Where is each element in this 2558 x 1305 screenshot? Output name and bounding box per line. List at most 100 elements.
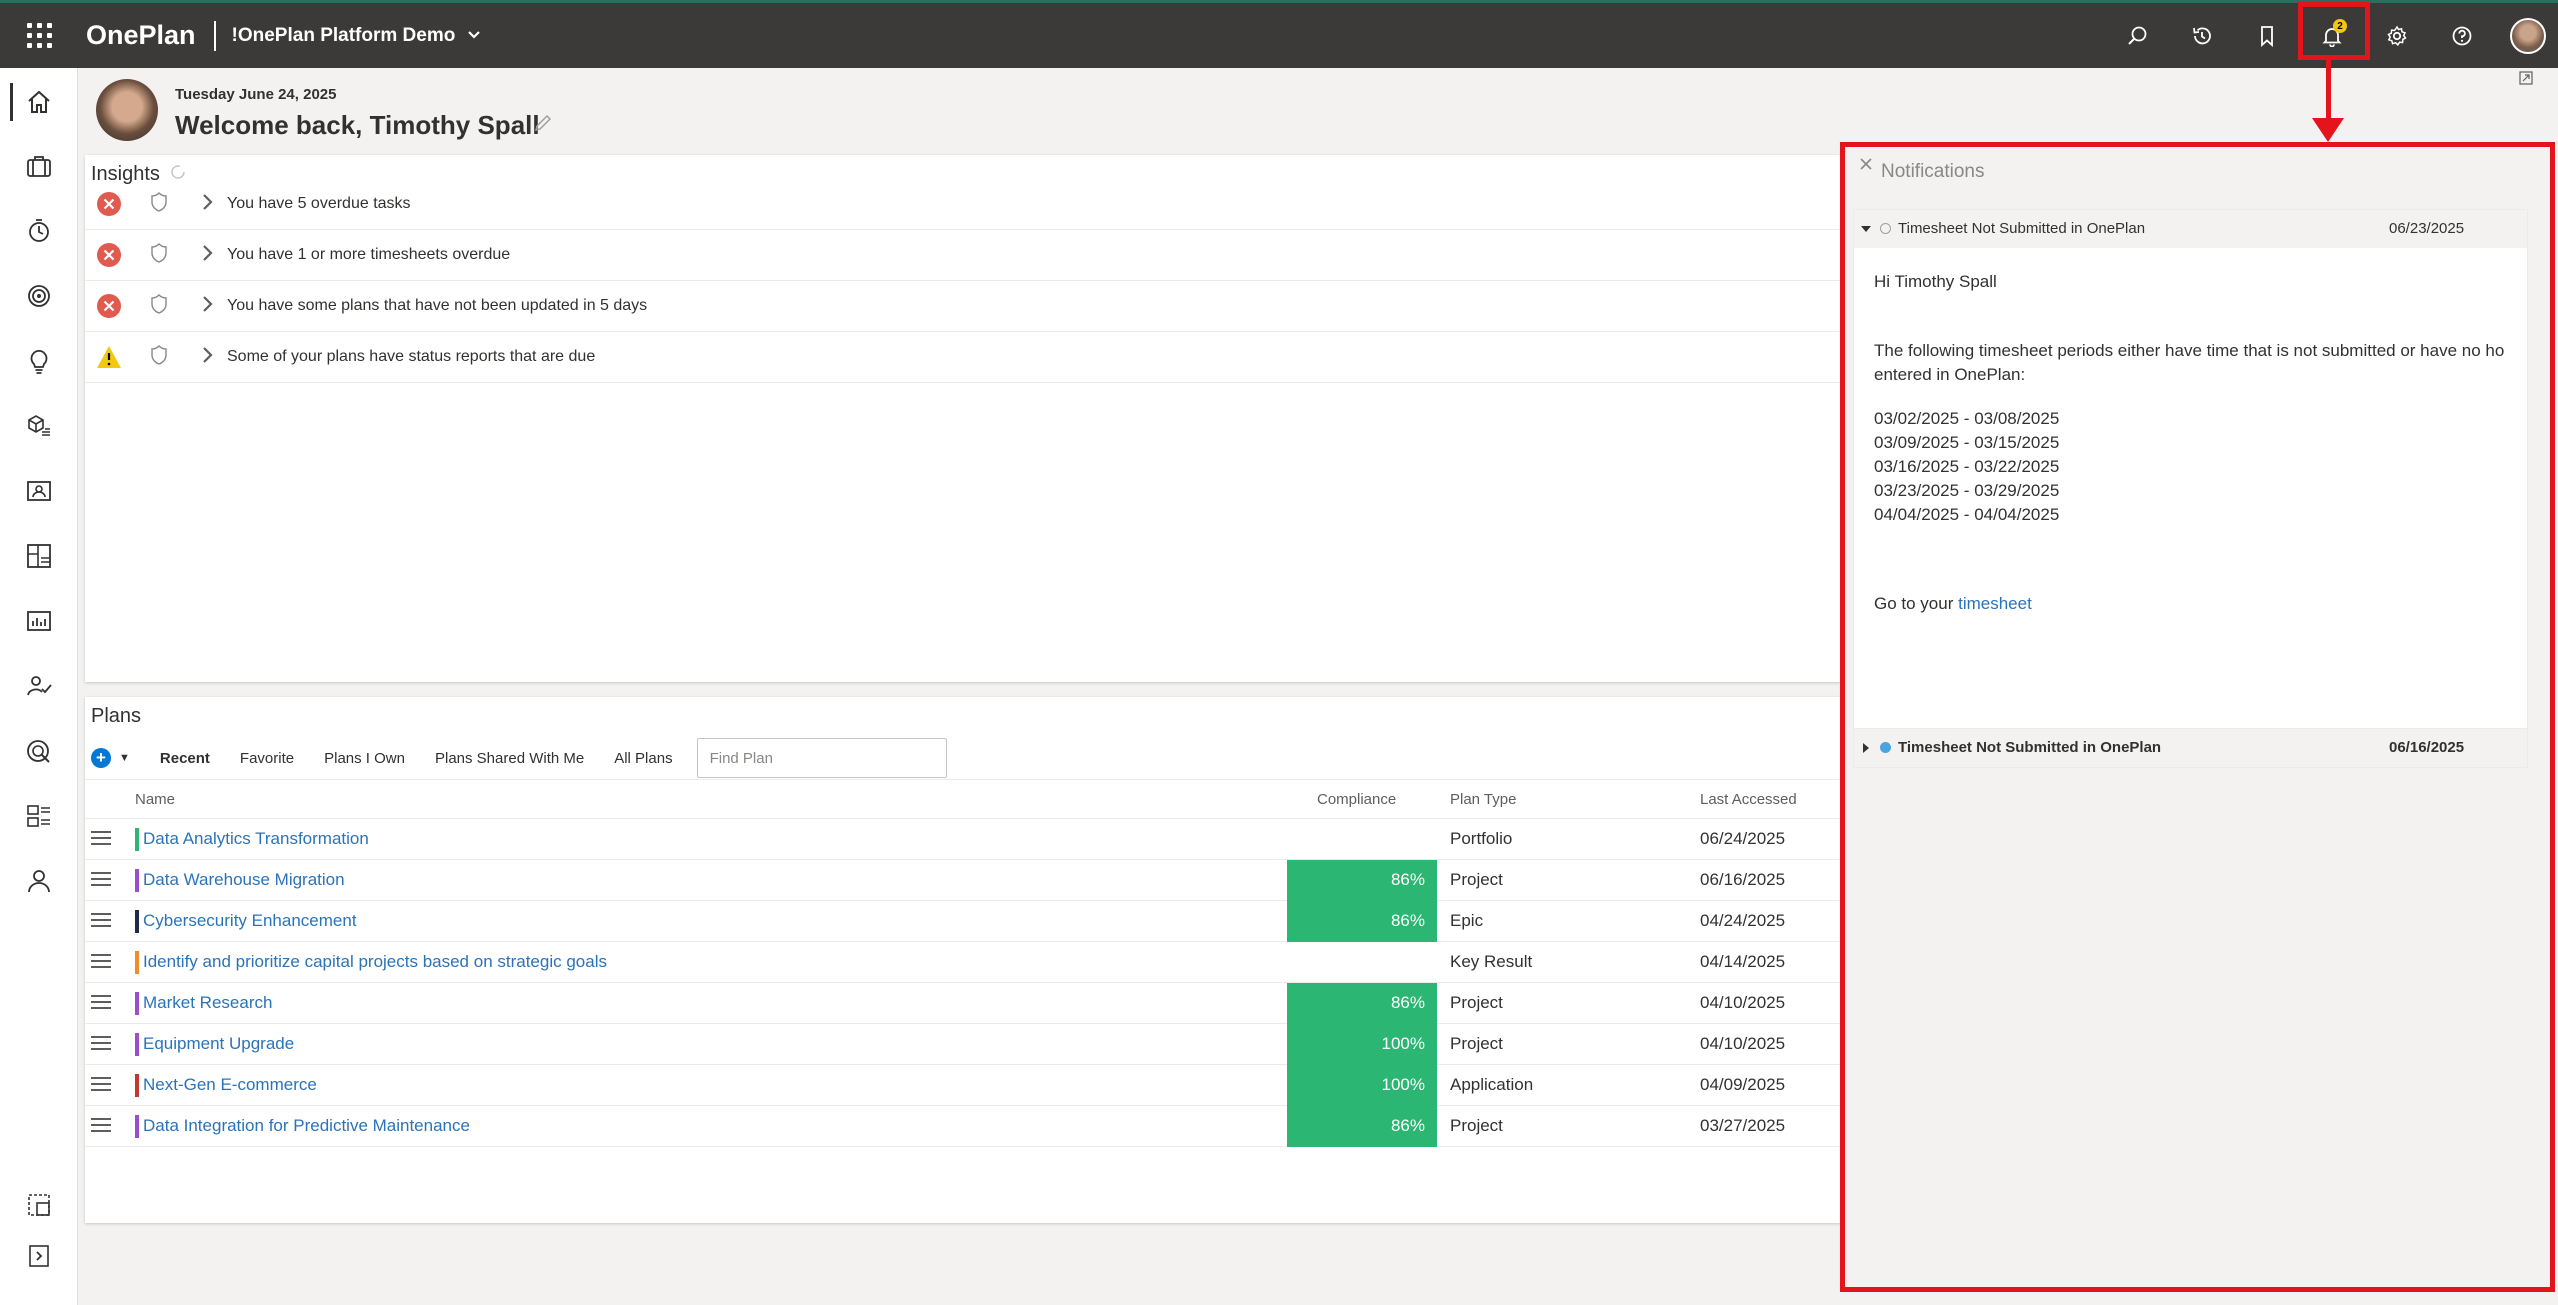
add-plan-button[interactable]: +	[91, 748, 111, 768]
annotation-arrowhead	[2312, 118, 2344, 142]
timer-icon[interactable]	[0, 206, 78, 256]
goto-timesheet-line: Go to your timesheet	[1874, 592, 2507, 616]
person-card-icon[interactable]	[0, 466, 78, 516]
hierarchy-icon[interactable]	[0, 791, 78, 841]
plan-name-link[interactable]: Data Warehouse Migration	[143, 870, 345, 890]
radar-icon[interactable]	[0, 726, 78, 776]
app-launcher-icon[interactable]	[0, 3, 78, 68]
board-icon[interactable]	[0, 531, 78, 581]
top-bar: OnePlan !OnePlan Platform Demo 2	[0, 0, 2558, 68]
brand-name[interactable]: OnePlan	[86, 20, 196, 51]
timesheet-link[interactable]: timesheet	[1958, 594, 2032, 613]
expand-icon[interactable]	[0, 1231, 78, 1281]
insight-row[interactable]: You have some plans that have not been u…	[85, 281, 1920, 332]
tab-all-plans[interactable]: All Plans	[614, 750, 672, 767]
notification-header[interactable]: Timesheet Not Submitted in OnePlan 06/23…	[1854, 210, 2527, 248]
person-icon[interactable]	[0, 856, 78, 906]
column-header-name[interactable]: Name	[135, 791, 175, 808]
brand-divider	[213, 20, 216, 51]
notification-title: Timesheet Not Submitted in OnePlan	[1898, 739, 2162, 756]
notification-count-badge: 2	[2333, 19, 2347, 33]
read-status-dot	[1880, 223, 1891, 234]
drag-handle-icon[interactable]	[91, 954, 111, 972]
chevron-right-icon[interactable]	[201, 346, 213, 369]
search-icon[interactable]	[2104, 3, 2169, 68]
briefcase-icon[interactable]	[0, 141, 78, 191]
table-row[interactable]: Data Warehouse Migration 86% Project 06/16/…	[85, 860, 1920, 901]
report-icon[interactable]	[0, 596, 78, 646]
chevron-down-icon[interactable]: ▼	[119, 752, 130, 764]
plan-name-link[interactable]: Equipment Upgrade	[143, 1034, 294, 1054]
plan-type-cell: Application	[1450, 1075, 1534, 1094]
chevron-down-icon[interactable]	[467, 27, 481, 45]
user-avatar[interactable]	[2510, 17, 2546, 54]
plan-type-cell: Project	[1450, 1116, 1503, 1135]
drag-handle-icon[interactable]	[91, 1036, 111, 1054]
drag-handle-icon[interactable]	[91, 872, 111, 890]
column-header-plan-type[interactable]: Plan Type	[1450, 791, 1516, 808]
notification-message-line: The following timesheet periods either h…	[1874, 341, 2505, 360]
drag-handle-icon[interactable]	[91, 831, 111, 849]
goto-text: Go to your	[1874, 594, 1954, 613]
tab-plans-i-own[interactable]: Plans I Own	[324, 750, 405, 767]
plan-name-link[interactable]: Data Integration for Predictive Maintena…	[143, 1116, 470, 1136]
caret-down-icon[interactable]	[1860, 222, 1872, 239]
plan-color-bar	[135, 992, 139, 1015]
error-icon	[95, 292, 123, 320]
table-row[interactable]: Identify and prioritize capital projects…	[85, 942, 1920, 983]
insight-text: You have some plans that have not been u…	[227, 297, 648, 314]
pencil-icon[interactable]	[532, 112, 554, 139]
timesheet-period: 03/16/2025 - 03/22/2025	[1874, 457, 2060, 476]
plan-name-link[interactable]: Next-Gen E-commerce	[143, 1075, 317, 1095]
cube-list-icon[interactable]	[0, 401, 78, 451]
compliance-cell: 86%	[1287, 860, 1437, 901]
table-row[interactable]: Cybersecurity Enhancement 86% Epic 04/24/20…	[85, 901, 1920, 942]
plan-name-link[interactable]: Identify and prioritize capital projects…	[143, 952, 607, 972]
chevron-right-icon[interactable]	[201, 295, 213, 318]
workspace-name[interactable]: !OnePlan Platform Demo	[232, 25, 456, 47]
column-header-last-accessed[interactable]: Last Accessed	[1700, 791, 1797, 808]
bell-icon[interactable]: 2	[2299, 3, 2364, 68]
help-icon[interactable]	[2429, 3, 2494, 68]
insight-row[interactable]: You have 1 or more timesheets overdue	[85, 230, 1920, 281]
tab-plans-shared-with-me[interactable]: Plans Shared With Me	[435, 750, 584, 767]
target-icon[interactable]	[0, 271, 78, 321]
plan-name-link[interactable]: Data Analytics Transformation	[143, 829, 369, 849]
chevron-right-icon[interactable]	[201, 193, 213, 216]
lightbulb-icon[interactable]	[0, 336, 78, 386]
plan-name-link[interactable]: Cybersecurity Enhancement	[143, 911, 357, 931]
column-header-compliance[interactable]: Compliance	[1317, 791, 1396, 808]
selection-icon[interactable]	[0, 1180, 78, 1230]
insight-row[interactable]: You have 5 overdue tasks	[85, 179, 1920, 230]
home-icon[interactable]	[0, 77, 78, 127]
table-row[interactable]: Next-Gen E-commerce 100% Application 04/09/…	[85, 1065, 1920, 1106]
insight-text: Some of your plans have status reports t…	[227, 348, 596, 365]
table-row[interactable]: Equipment Upgrade 100% Project 04/10/2025	[85, 1024, 1920, 1065]
find-plan-input[interactable]	[696, 738, 947, 778]
drag-handle-icon[interactable]	[91, 913, 111, 931]
plan-color-bar	[135, 869, 139, 892]
drag-handle-icon[interactable]	[91, 1118, 111, 1136]
bookmark-icon[interactable]	[2234, 3, 2299, 68]
timesheet-period: 03/23/2025 - 03/29/2025	[1874, 481, 2060, 500]
caret-right-icon[interactable]	[1860, 741, 1872, 758]
plan-color-bar	[135, 951, 139, 974]
plan-name-link[interactable]: Market Research	[143, 993, 272, 1013]
notification-header[interactable]: Timesheet Not Submitted in OnePlan 06/16…	[1854, 729, 2527, 767]
chevron-right-icon[interactable]	[201, 244, 213, 267]
table-row[interactable]: Data Analytics Transformation Portfolio 06…	[85, 819, 1920, 860]
gear-icon[interactable]	[2364, 3, 2429, 68]
history-icon[interactable]	[2169, 3, 2234, 68]
close-icon[interactable]	[1857, 155, 1875, 178]
notification-body: Hi Timothy Spall The following timesheet…	[1854, 248, 2527, 734]
table-row[interactable]: Market Research 86% Project 04/10/2025	[85, 983, 1920, 1024]
drag-handle-icon[interactable]	[91, 1077, 111, 1095]
tab-recent[interactable]: Recent	[160, 750, 210, 767]
insight-row[interactable]: Some of your plans have status reports t…	[85, 332, 1920, 383]
collapse-panel-icon[interactable]	[2518, 70, 2534, 91]
plans-toolbar: + ▼ Recent Favorite Plans I Own Plans Share…	[91, 737, 947, 779]
tab-favorite[interactable]: Favorite	[240, 750, 294, 767]
table-row[interactable]: Data Integration for Predictive Maintena…	[85, 1106, 1920, 1147]
drag-handle-icon[interactable]	[91, 995, 111, 1013]
people-check-icon[interactable]	[0, 661, 78, 711]
